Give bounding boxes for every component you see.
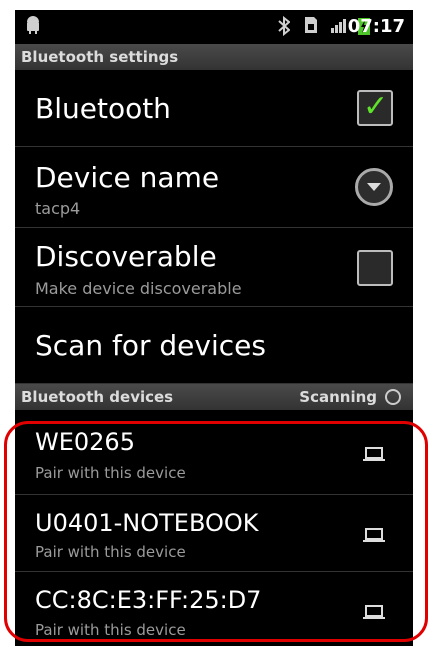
device-name-dropdown[interactable] [355,168,393,206]
device-name: CC:8C:E3:FF:25:D7 [35,586,262,614]
device-item[interactable]: WE0265 Pair with this device [15,422,413,495]
device-item[interactable]: U0401-NOTEBOOK Pair with this device [15,495,413,572]
device-item[interactable]: CC:8C:E3:FF:25:D7 Pair with this device [15,572,413,646]
scan-devices-row[interactable]: Scan for devices [15,307,413,384]
device-name: WE0265 [35,428,135,456]
discoverable-row[interactable]: Discoverable Make device discoverable [15,228,413,307]
bluetooth-label: Bluetooth [35,92,171,125]
signal-icon [330,16,348,40]
sim-icon [304,16,318,40]
phone-screen: 07:17 Bluetooth settings Bluetooth ✓ Dev… [15,10,413,646]
bluetooth-icon [278,15,291,42]
bluetooth-devices-header: Bluetooth devices Scanning [15,384,413,410]
clock: 07:17 [347,16,405,37]
device-name-label: Device name [35,161,220,194]
spinner-icon [385,389,401,405]
discoverable-checkbox[interactable] [357,250,393,286]
discoverable-label: Discoverable [35,240,217,273]
status-bar: 07:17 [15,10,413,44]
android-icon [25,16,41,40]
bluetooth-toggle-row[interactable]: Bluetooth ✓ [15,70,413,147]
device-action: Pair with this device [35,621,186,639]
device-name-row[interactable]: Device name tacp4 [15,147,413,228]
laptop-icon [363,605,385,619]
settings-header: Bluetooth settings [15,44,413,70]
device-name-value: tacp4 [35,199,81,218]
discoverable-summary: Make device discoverable [35,279,242,298]
scanning-status: Scanning [299,388,377,406]
bluetooth-checkbox[interactable]: ✓ [357,90,393,126]
devices-section-title: Bluetooth devices [21,388,174,406]
device-name: U0401-NOTEBOOK [35,509,259,537]
scan-devices-label: Scan for devices [35,329,266,362]
header-title: Bluetooth settings [21,48,179,66]
chevron-down-icon [367,183,381,191]
device-action: Pair with this device [35,543,186,561]
device-action: Pair with this device [35,464,186,482]
laptop-icon [363,528,385,542]
laptop-icon [363,447,385,461]
check-icon: ✓ [363,89,389,124]
